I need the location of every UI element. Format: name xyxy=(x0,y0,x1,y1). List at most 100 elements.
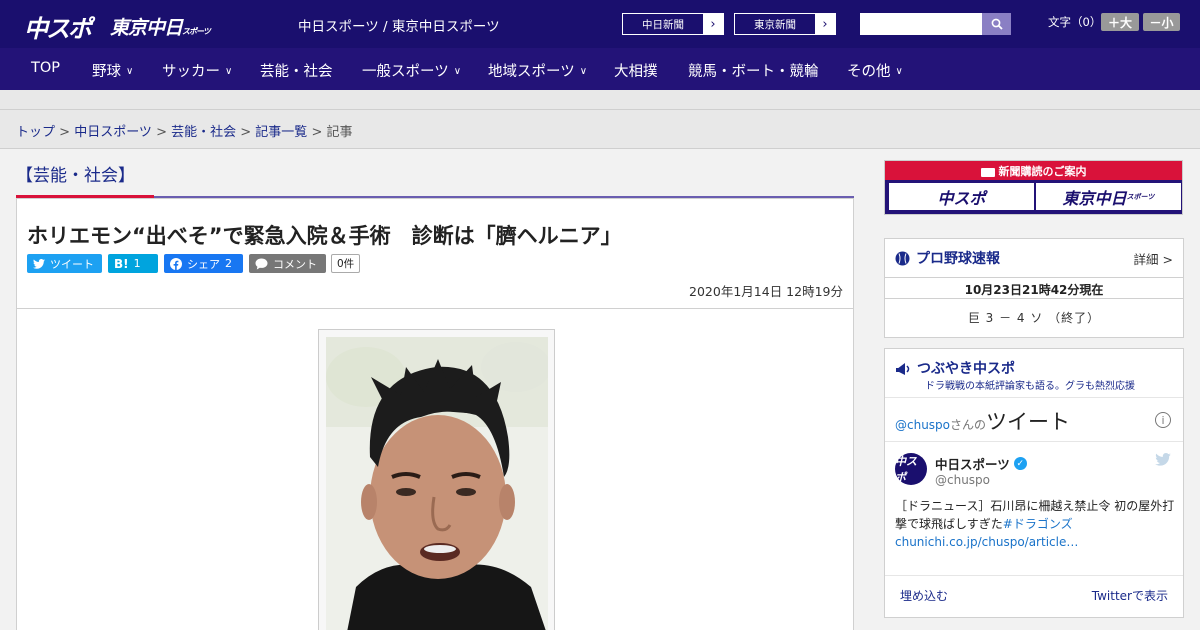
chevron-down-icon: ∨ xyxy=(126,66,134,77)
nav-label: 野球 xyxy=(92,64,121,80)
nav-item-entertainment[interactable]: 芸能・社会 xyxy=(260,60,333,81)
tweet-button[interactable]: ツイート xyxy=(27,254,102,273)
ext-link-label: 東京新聞 xyxy=(754,18,796,31)
author-name-text: 中日スポーツ xyxy=(935,457,1010,472)
chevron-down-icon: ∨ xyxy=(225,66,233,77)
breadcrumb-article-list[interactable]: 記事一覧 xyxy=(255,125,307,140)
nav-label: 競馬・ボート・競輪 xyxy=(688,64,819,80)
tokyo-chunichi-sub: スポーツ xyxy=(1126,192,1155,201)
baseball-scores-title: プロ野球速報 xyxy=(895,248,1000,268)
nav-item-top[interactable]: TOP xyxy=(31,60,60,76)
twitter-icon xyxy=(33,258,45,269)
facebook-share-label: シェア xyxy=(187,257,220,271)
nav-item-baseball[interactable]: 野球 ∨ xyxy=(92,60,133,81)
main-nav: TOP 野球 ∨ サッカー ∨ 芸能・社会 一般スポーツ ∨ 地域スポーツ ∨ 大相撲 … xyxy=(0,48,1200,90)
breadcrumb-sep: > xyxy=(151,125,172,140)
chevron-down-icon: ∨ xyxy=(895,66,903,77)
twitter-bird-icon[interactable] xyxy=(1155,453,1171,470)
ad-strip xyxy=(0,90,1200,110)
category-label[interactable]: 【芸能・社会】 xyxy=(16,161,135,186)
facebook-share-count: 2 xyxy=(225,257,232,270)
tokyo-logo-sub: スポーツ xyxy=(182,27,211,36)
nav-item-other[interactable]: その他 ∨ xyxy=(847,60,903,81)
subscribe-chuspo-button[interactable]: 中スポ xyxy=(889,183,1034,210)
subscription-title: 新聞購読のご案内 xyxy=(885,163,1182,179)
tweet-author-handle[interactable]: @chuspo xyxy=(935,473,990,487)
subscription-title-text: 新聞購読のご案内 xyxy=(998,165,1087,178)
timeline-handle[interactable]: @chuspo xyxy=(895,418,950,432)
search-input[interactable] xyxy=(860,13,982,35)
article-divider xyxy=(17,308,853,309)
subscribe-tokyo-chunichi-button[interactable]: 東京中日 スポーツ xyxy=(1036,183,1181,210)
category-header: 【芸能・社会】 xyxy=(16,160,854,199)
article-photo-frame xyxy=(318,329,555,630)
ext-link-label: 中日新聞 xyxy=(642,18,684,31)
chevron-right-icon: › xyxy=(703,14,723,34)
baseball-details-link[interactable]: 詳細 > xyxy=(1134,249,1173,268)
tweet-label: ツイート xyxy=(50,257,94,271)
search-icon xyxy=(991,18,1003,30)
nav-item-general-sports[interactable]: 一般スポーツ ∨ xyxy=(362,60,461,81)
comment-button[interactable]: コメント xyxy=(249,254,326,273)
score-timestamp: 10月23日21時42分現在 xyxy=(885,277,1183,299)
comment-label: コメント xyxy=(273,257,317,271)
game-score[interactable]: 巨 3 － 4 ソ （終了） xyxy=(885,309,1183,326)
nav-item-racing[interactable]: 競馬・ボート・競輪 xyxy=(688,60,819,81)
tokyo-chunichi-logo[interactable]: 東京中日スポーツ xyxy=(110,13,211,40)
nav-item-sumo[interactable]: 大相撲 xyxy=(614,60,658,81)
nav-label: TOP xyxy=(31,60,61,76)
facebook-icon xyxy=(170,257,182,270)
search-button[interactable] xyxy=(982,13,1011,35)
hatena-bookmark-button[interactable]: B! 1 xyxy=(108,254,158,273)
font-smaller-button[interactable]: －小 xyxy=(1143,13,1180,31)
font-larger-button[interactable]: ＋大 xyxy=(1101,13,1139,31)
tweet-hashtag[interactable]: #ドラゴンズ xyxy=(1003,517,1073,531)
newspaper-icon xyxy=(980,167,995,177)
baseball-title-text: プロ野球速報 xyxy=(916,251,1000,267)
timeline-heading-big: ツイート xyxy=(986,410,1071,434)
nav-label: 地域スポーツ xyxy=(488,64,575,80)
nav-label: 芸能・社会 xyxy=(260,64,333,80)
article-date: 2020年1月14日 12時19分 xyxy=(689,284,843,299)
tokyo-logo-text: 東京中日 xyxy=(110,17,183,39)
timeline-heading-mid: さんの xyxy=(950,418,987,432)
breadcrumb-sep: > xyxy=(307,125,327,140)
article-headline: ホリエモン“出べそ”で緊急入院＆手術 診断は「臍ヘルニア」 xyxy=(27,224,622,248)
embed-link[interactable]: 埋め込む xyxy=(900,587,948,604)
facebook-share-button[interactable]: シェア 2 xyxy=(164,254,243,273)
tweet-author-name[interactable]: 中日スポーツ ✓ xyxy=(935,454,1027,473)
timeline-heading: @chuspoさんのツイート xyxy=(895,406,1070,436)
chuspo-logo[interactable]: 中スポ xyxy=(24,9,92,44)
nav-item-soccer[interactable]: サッカー ∨ xyxy=(162,60,232,81)
avatar[interactable]: 中スポ xyxy=(895,453,927,485)
tweet-text: ［ドラニュース］石川昂に柵越え禁止令 初の屋外打撃で球飛ばしすぎた#ドラゴンズ … xyxy=(895,497,1175,551)
nav-label: 一般スポーツ xyxy=(362,64,449,80)
nav-label: その他 xyxy=(847,64,891,80)
nav-label: 大相撲 xyxy=(614,64,658,80)
baseball-scores-box: プロ野球速報 詳細 > 10月23日21時42分現在 巨 3 － 4 ソ （終了… xyxy=(884,238,1184,338)
chunichi-shimbun-link[interactable]: 中日新聞 › xyxy=(622,13,724,35)
view-on-twitter-link[interactable]: Twitterで表示 xyxy=(1092,587,1168,604)
breadcrumb-chunichi-sports[interactable]: 中日スポーツ xyxy=(74,125,152,140)
top-bar: 中スポ 東京中日スポーツ 中日スポーツ / 東京中日スポーツ 中日新聞 › 東京… xyxy=(0,0,1200,48)
breadcrumb: トップ > 中日スポーツ > 芸能・社会 > 記事一覧 > 記事 xyxy=(0,110,1200,149)
article-photo[interactable] xyxy=(326,337,548,630)
nav-item-local-sports[interactable]: 地域スポーツ ∨ xyxy=(488,60,587,81)
tokyo-shimbun-link[interactable]: 東京新聞 › xyxy=(734,13,836,35)
breadcrumb-sep: > xyxy=(55,125,75,140)
tweets-title-text: つぶやき中スポ xyxy=(917,361,1015,377)
tweets-title: つぶやき中スポ xyxy=(895,358,1015,378)
site-names: 中日スポーツ / 東京中日スポーツ xyxy=(298,19,500,35)
subscription-banner: 新聞購読のご案内 中スポ 東京中日 スポーツ xyxy=(884,160,1183,215)
info-icon[interactable]: i xyxy=(1155,412,1171,428)
hatena-icon: B! xyxy=(114,256,129,271)
breadcrumb-entertainment[interactable]: 芸能・社会 xyxy=(171,125,236,140)
chevron-right-icon: › xyxy=(815,14,835,34)
tweets-subtitle: ドラ戦戦の本紙評論家も語る。グラも熱烈応援 xyxy=(925,381,1135,392)
megaphone-icon xyxy=(896,363,910,375)
breadcrumb-top[interactable]: トップ xyxy=(16,125,55,140)
nav-label: サッカー xyxy=(162,64,220,80)
breadcrumb-current: 記事 xyxy=(326,125,353,140)
speech-bubble-icon xyxy=(255,258,268,269)
tweet-url[interactable]: chunichi.co.jp/chuspo/article… xyxy=(895,535,1078,549)
